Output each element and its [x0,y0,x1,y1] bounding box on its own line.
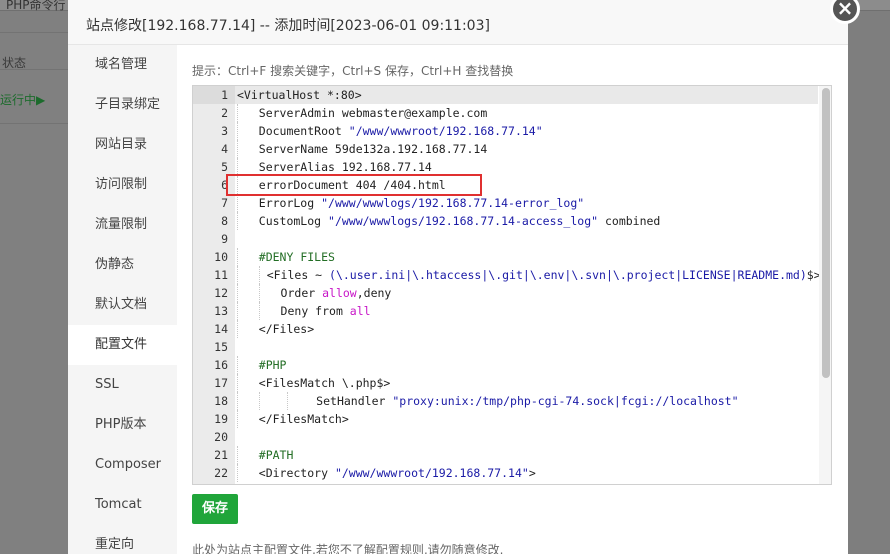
sidebar-item[interactable]: 域名管理 [68,45,177,85]
code-line[interactable]: 16 #PHP [193,356,818,374]
code-text[interactable]: <FilesMatch \.php$> [235,374,818,392]
sidebar-item[interactable]: 默认文档 [68,285,177,325]
code-line[interactable]: 17 <FilesMatch \.php$> [193,374,818,392]
sidebar-item[interactable]: 流量限制 [68,205,177,245]
code-line[interactable]: 7 ErrorLog "/www/wwwlogs/192.168.77.14-e… [193,194,818,212]
code-text[interactable]: SetHandler "proxy:unix:/tmp/php-cgi-74.s… [235,392,818,410]
line-number: 11 [214,268,228,282]
editor-scrollbar[interactable] [819,86,831,484]
code-line[interactable]: 14 </Files> [193,320,818,338]
code-text[interactable] [235,230,818,248]
code-line[interactable]: 21 #PATH [193,446,818,464]
line-number: 21 [214,448,228,462]
code-line[interactable]: 2 ServerAdmin webmaster@example.com [193,104,818,122]
sidebar-item[interactable]: 配置文件 [68,325,177,365]
line-number: 2 [221,106,228,120]
code-line[interactable]: 4 ServerName 59de132a.192.168.77.14 [193,140,818,158]
background-running-label: 运行中▶ [0,93,46,107]
code-text[interactable]: </Files> [235,320,818,338]
site-edit-dialog: 站点修改[192.168.77.14] -- 添加时间[2023-06-01 0… [68,0,848,554]
code-text[interactable]: <Directory "/www/wwwroot/192.168.77.14"> [235,464,818,482]
shortcut-hint: 提示：Ctrl+F 搜索关键字，Ctrl+S 保存，Ctrl+H 查找替换 [192,64,514,78]
code-line[interactable]: 8 CustomLog "/www/wwwlogs/192.168.77.14-… [193,212,818,230]
code-text[interactable]: Deny from all [235,302,818,320]
code-line[interactable]: 12 Order allow,deny [193,284,818,302]
code-text[interactable]: ErrorLog "/www/wwwlogs/192.168.77.14-err… [235,194,818,212]
sidebar-item[interactable]: Tomcat [68,485,177,525]
line-number: 17 [214,376,228,390]
code-text[interactable]: DocumentRoot "/www/wwwroot/192.168.77.14… [235,122,818,140]
save-button[interactable]: 保存 [192,494,238,524]
editor-scrollbar-thumb[interactable] [822,88,830,378]
sidebar-item[interactable]: 子目录绑定 [68,85,177,125]
sidebar-item[interactable]: SSL [68,365,177,405]
line-number: 13 [214,304,228,318]
line-number: 16 [214,358,228,372]
code-text[interactable]: CustomLog "/www/wwwlogs/192.168.77.14-ac… [235,212,818,230]
config-warning-note: 此处为站点主配置文件,若您不了解配置规则,请勿随意修改. [192,543,504,554]
code-line[interactable]: 18 SetHandler "proxy:unix:/tmp/php-cgi-7… [193,392,818,410]
code-text[interactable]: Order allow,deny [235,284,818,302]
sidebar-item[interactable]: 重定向 [68,525,177,554]
code-line[interactable]: 20 [193,428,818,446]
code-text[interactable]: <VirtualHost *:80> [235,86,818,104]
code-text[interactable]: #PHP [235,356,818,374]
code-area[interactable]: 1 <VirtualHost *:80> 2 ServerAdmin webmast… [193,86,821,484]
code-text[interactable]: ServerName 59de132a.192.168.77.14 [235,140,818,158]
line-number: 20 [214,430,228,444]
code-line[interactable]: 9 [193,230,818,248]
code-editor[interactable]: 1 <VirtualHost *:80> 2 ServerAdmin webmast… [192,85,832,485]
dialog-sidebar: 域名管理 子目录绑定 网站目录 访问限制 流量限制 伪静态 默认文档 配置文件 SSL PHP版本… [68,45,177,554]
code-text[interactable]: </FilesMatch> [235,410,818,428]
background-left-panel: 状态 运行中▶ [0,11,68,554]
code-line[interactable]: 13 Deny from all [193,302,818,320]
code-line[interactable]: 11 <Files ~ (\.user.ini|\.htaccess|\.git… [193,266,821,284]
code-line[interactable]: 15 [193,338,818,356]
code-text[interactable] [235,428,818,446]
sidebar-item[interactable]: Composer [68,445,177,485]
code-text[interactable] [235,338,818,356]
code-line[interactable]: 19 </FilesMatch> [193,410,818,428]
dialog-title: 站点修改[192.168.77.14] -- 添加时间[2023-06-01 0… [86,18,490,34]
line-number: 14 [214,322,228,336]
line-number: 4 [221,142,228,156]
config-file-panel: 提示：Ctrl+F 搜索关键字，Ctrl+S 保存，Ctrl+H 查找替换 1 <… [177,45,848,554]
line-number: 7 [221,196,228,210]
code-text[interactable]: ServerAdmin webmaster@example.com [235,104,818,122]
code-text[interactable]: #PATH [235,446,818,464]
line-number: 3 [221,124,228,138]
sidebar-item[interactable]: 伪静态 [68,245,177,285]
line-number: 10 [214,250,228,264]
code-text[interactable]: <Files ~ (\.user.ini|\.htaccess|\.git|\.… [235,266,821,284]
line-number: 22 [214,466,228,480]
line-number: 18 [214,394,228,408]
dialog-header: 站点修改[192.168.77.14] -- 添加时间[2023-06-01 0… [68,0,848,45]
code-line[interactable]: 22 <Directory "/www/wwwroot/192.168.77.1… [193,464,818,482]
code-line[interactable]: 10 #DENY FILES [193,248,818,266]
background-right-panel [848,11,890,554]
line-number: 12 [214,286,228,300]
line-number: 1 [193,86,235,104]
line-number: 15 [214,340,228,354]
code-line[interactable]: 3 DocumentRoot "/www/wwwroot/192.168.77.… [193,122,818,140]
line-number: 9 [221,232,228,246]
line-number: 19 [214,412,228,426]
sidebar-item[interactable]: PHP版本 [68,405,177,445]
sidebar-item[interactable]: 网站目录 [68,125,177,165]
code-line[interactable]: 1 <VirtualHost *:80> [193,86,818,104]
line-number: 8 [221,214,228,228]
code-text[interactable]: #DENY FILES [235,248,818,266]
sidebar-item[interactable]: 访问限制 [68,165,177,205]
highlight-box [226,174,482,196]
